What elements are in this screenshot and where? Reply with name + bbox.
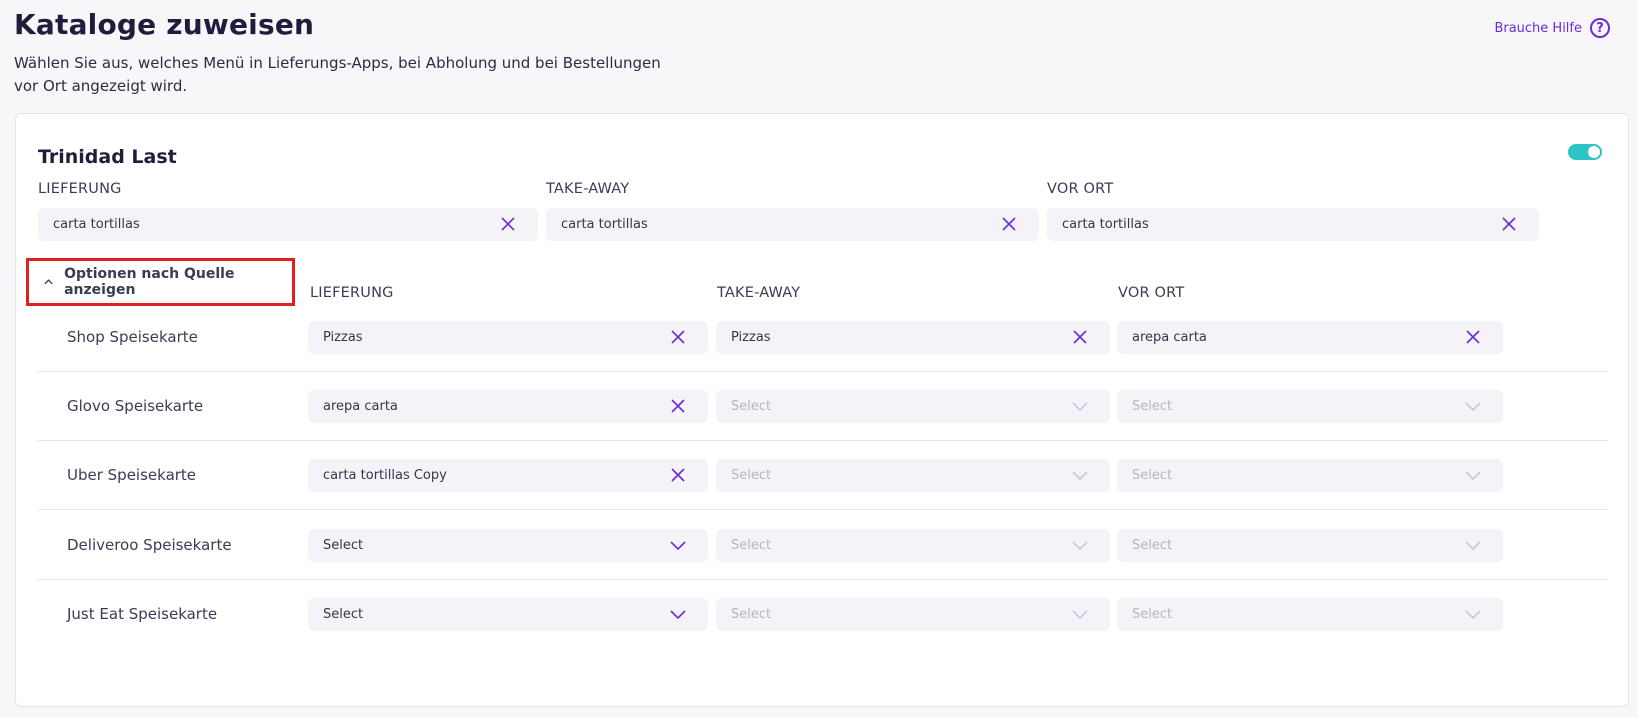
source-lieferung-select[interactable]: Select	[308, 598, 708, 631]
close-x-icon[interactable]	[500, 216, 516, 232]
chevron-down-icon	[1465, 541, 1481, 551]
field-value: arepa carta	[1132, 330, 1207, 345]
close-x-icon[interactable]	[1001, 216, 1017, 232]
chevron-down-icon	[670, 610, 686, 620]
field-value: Pizzas	[323, 330, 363, 345]
field-value: Select	[731, 538, 772, 553]
source-takeaway-select[interactable]: Select	[716, 529, 1110, 562]
close-x-icon[interactable]	[1072, 329, 1088, 345]
close-x-icon[interactable]	[670, 398, 686, 414]
row-label: Glovo Speisekarte	[67, 397, 204, 415]
source-lieferung-select[interactable]: Pizzas	[308, 321, 708, 354]
row-label: Shop Speisekarte	[67, 328, 198, 346]
default-lieferung-select[interactable]: carta tortillas	[38, 208, 538, 241]
row-divider	[38, 440, 1608, 441]
field-value: Select	[1132, 538, 1173, 553]
help-link[interactable]: Brauche Hilfe ?	[1494, 18, 1610, 38]
page: Kataloge zuweisen Wählen Sie aus, welche…	[0, 0, 1638, 718]
chevron-up-icon	[44, 279, 53, 285]
default-takeaway-select[interactable]: carta tortillas	[546, 208, 1039, 241]
source-vorort-select[interactable]: arepa carta	[1117, 321, 1503, 354]
default-col-label-takeaway: TAKE-AWAY	[546, 181, 630, 197]
field-value: Select	[1132, 399, 1173, 414]
row-divider	[38, 509, 1608, 510]
source-takeaway-select[interactable]: Select	[716, 390, 1110, 423]
close-x-icon[interactable]	[670, 329, 686, 345]
chevron-down-icon	[670, 541, 686, 551]
store-name: Trinidad Last	[38, 146, 177, 168]
store-enabled-toggle[interactable]	[1568, 144, 1602, 160]
chevron-down-icon	[1465, 471, 1481, 481]
default-col-label-lieferung: LIEFERUNG	[38, 181, 122, 197]
row-label: Uber Speisekarte	[67, 466, 197, 484]
page-subtitle: Wählen Sie aus, welches Menü in Lieferun…	[14, 54, 661, 95]
source-lieferung-select[interactable]: carta tortillas Copy	[308, 459, 708, 492]
source-col-label-lieferung: LIEFERUNG	[310, 285, 394, 301]
page-title: Kataloge zuweisen	[14, 8, 315, 41]
source-col-label-vorort: VOR ORT	[1118, 285, 1185, 301]
source-lieferung-select[interactable]: arepa carta	[308, 390, 708, 423]
field-value: Select	[731, 607, 772, 622]
close-x-icon[interactable]	[1465, 329, 1481, 345]
close-x-icon[interactable]	[670, 467, 686, 483]
chevron-down-icon	[1072, 541, 1088, 551]
source-col-label-takeaway: TAKE-AWAY	[717, 285, 801, 301]
help-label: Brauche Hilfe	[1494, 20, 1582, 36]
toggle-knob	[1588, 146, 1600, 158]
show-source-options-toggle[interactable]: Optionen nach Quelle anzeigen	[26, 258, 295, 306]
default-col-label-vorort: VOR ORT	[1047, 181, 1114, 197]
chevron-down-icon	[1465, 610, 1481, 620]
source-takeaway-select[interactable]: Pizzas	[716, 321, 1110, 354]
field-value: carta tortillas Copy	[323, 468, 447, 483]
chevron-down-icon	[1465, 402, 1481, 412]
source-vorort-select[interactable]: Select	[1117, 459, 1503, 492]
field-value: carta tortillas	[1062, 217, 1149, 232]
chevron-down-icon	[1072, 610, 1088, 620]
field-value: carta tortillas	[53, 217, 140, 232]
chevron-down-icon	[1072, 471, 1088, 481]
source-vorort-select[interactable]: Select	[1117, 598, 1503, 631]
field-value: Select	[731, 399, 772, 414]
field-value: Pizzas	[731, 330, 771, 345]
source-vorort-select[interactable]: Select	[1117, 529, 1503, 562]
field-value: carta tortillas	[561, 217, 648, 232]
field-value: Select	[1132, 607, 1173, 622]
source-vorort-select[interactable]: Select	[1117, 390, 1503, 423]
close-x-icon[interactable]	[1501, 216, 1517, 232]
field-value: Select	[323, 538, 364, 553]
field-value: Select	[731, 468, 772, 483]
default-vorort-select[interactable]: carta tortillas	[1047, 208, 1539, 241]
chevron-down-icon	[1072, 402, 1088, 412]
field-value: Select	[323, 607, 364, 622]
source-lieferung-select[interactable]: Select	[308, 529, 708, 562]
source-takeaway-select[interactable]: Select	[716, 459, 1110, 492]
field-value: arepa carta	[323, 399, 398, 414]
store-card: Trinidad Last LIEFERUNG TAKE-AWAY VOR OR…	[15, 113, 1629, 707]
field-value: Select	[1132, 468, 1173, 483]
question-circle-icon: ?	[1590, 18, 1610, 38]
row-label: Just Eat Speisekarte	[67, 605, 218, 623]
show-source-options-label: Optionen nach Quelle anzeigen	[64, 266, 235, 298]
row-divider	[38, 579, 1608, 580]
source-takeaway-select[interactable]: Select	[716, 598, 1110, 631]
row-label: Deliveroo Speisekarte	[67, 536, 232, 554]
row-divider	[38, 371, 1608, 372]
